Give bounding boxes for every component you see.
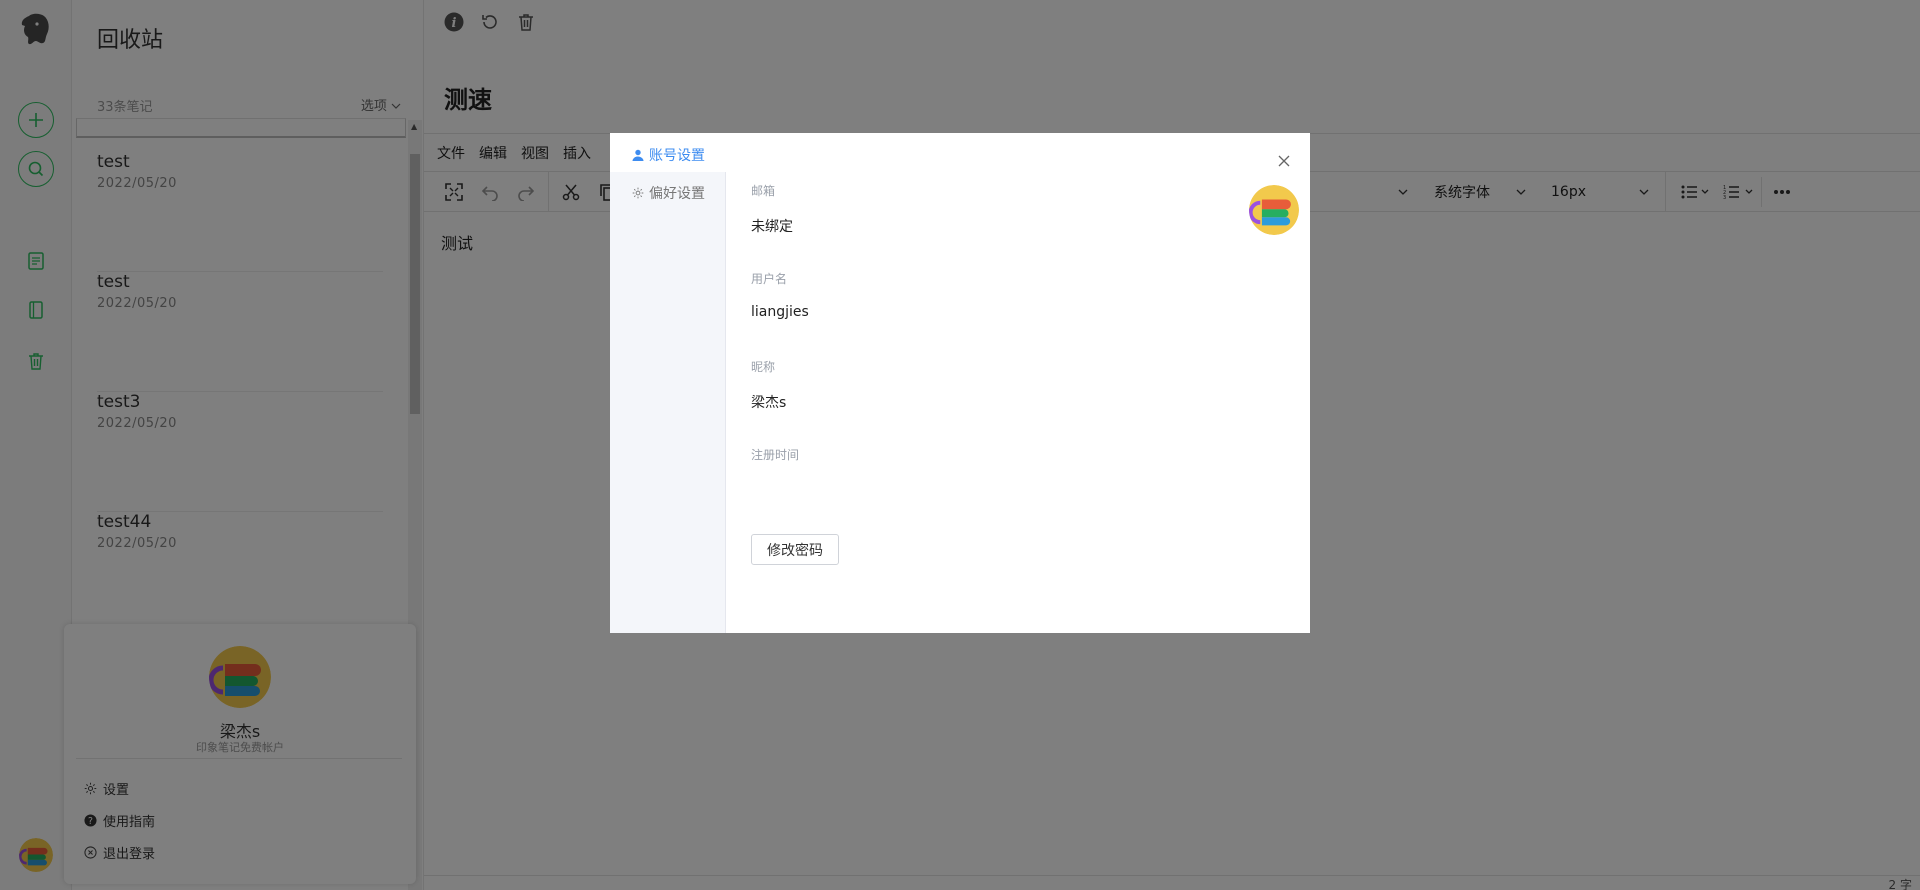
tab-label: 偏好设置 [649,186,705,202]
tab-label: 账号设置 [649,148,705,164]
gear-icon [632,187,644,199]
close-icon[interactable] [1276,153,1292,169]
username-value: liangjies [751,304,809,320]
avatar-icon [1249,185,1299,235]
change-password-button[interactable]: 修改密码 [751,534,839,565]
register-time-label: 注册时间 [751,448,800,462]
email-label: 邮箱 [751,184,776,198]
nickname-value[interactable]: 梁杰s [751,392,786,412]
user-icon [632,149,644,161]
settings-sidebar [610,172,726,633]
tab-account-settings[interactable]: 账号设置 [632,145,705,165]
email-value: 未绑定 [751,219,793,235]
username-label: 用户名 [751,272,788,286]
profile-avatar[interactable] [1249,185,1299,235]
account-settings-dialog: 账号设置 偏好设置 邮箱 未绑定 用户名 liangjies 昵称 梁杰s 注册… [610,133,1310,633]
tab-preferences[interactable]: 偏好设置 [632,183,705,203]
nickname-label: 昵称 [751,360,776,374]
